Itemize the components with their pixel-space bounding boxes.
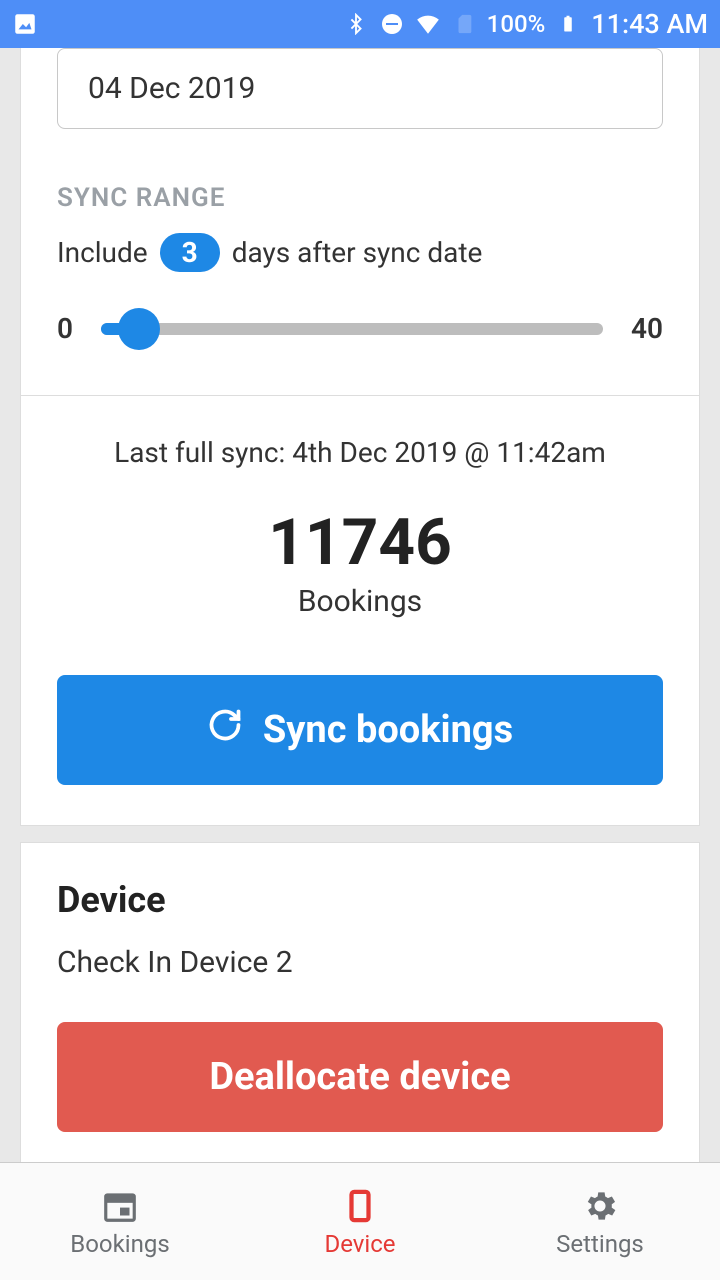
nav-device-label: Device [324, 1230, 395, 1258]
status-time: 11:43 AM [591, 8, 708, 40]
slider-min: 0 [57, 312, 73, 345]
bluetooth-icon [343, 11, 369, 37]
picture-icon [12, 11, 38, 37]
nav-device[interactable]: Device [240, 1163, 480, 1280]
deallocate-device-button[interactable]: Deallocate device [57, 1022, 663, 1132]
device-name: Check In Device 2 [21, 945, 699, 996]
slider-thumb[interactable] [118, 308, 160, 350]
dnd-icon [379, 11, 405, 37]
bookings-count-label: Bookings [57, 584, 663, 619]
phone-icon [340, 1186, 380, 1226]
nav-bookings[interactable]: Bookings [0, 1163, 240, 1280]
sync-range-slider[interactable] [101, 323, 603, 335]
battery-percent: 100% [487, 10, 546, 38]
nav-settings[interactable]: Settings [480, 1163, 720, 1280]
bookings-count: 11746 [57, 505, 663, 580]
include-days-pill: 3 [160, 233, 220, 272]
wifi-icon [415, 11, 441, 37]
sim-icon [451, 11, 477, 37]
gear-icon [580, 1186, 620, 1226]
sync-date-field[interactable]: 04 Dec 2019 [57, 48, 663, 129]
last-sync-text: Last full sync: 4th Dec 2019 @ 11:42am [57, 436, 663, 469]
battery-icon [555, 11, 581, 37]
deallocate-device-label: Deallocate device [209, 1055, 510, 1099]
nav-bookings-label: Bookings [70, 1230, 169, 1258]
sync-bookings-label: Sync bookings [263, 708, 513, 752]
slider-max: 40 [631, 312, 663, 345]
include-days-row: Include 3 days after sync date [21, 213, 699, 282]
include-suffix: days after sync date [232, 236, 483, 269]
calendar-icon [100, 1186, 140, 1226]
sync-bookings-button[interactable]: Sync bookings [57, 675, 663, 785]
sync-icon [207, 707, 243, 753]
include-prefix: Include [57, 236, 148, 269]
nav-settings-label: Settings [556, 1230, 644, 1258]
device-heading: Device [21, 843, 699, 945]
sync-range-label: SYNC RANGE [21, 183, 699, 213]
bottom-nav: Bookings Device Settings [0, 1162, 720, 1280]
android-status-bar: 100% 11:43 AM [0, 0, 720, 48]
main-content: 04 Dec 2019 SYNC RANGE Include 3 days af… [0, 48, 720, 1162]
